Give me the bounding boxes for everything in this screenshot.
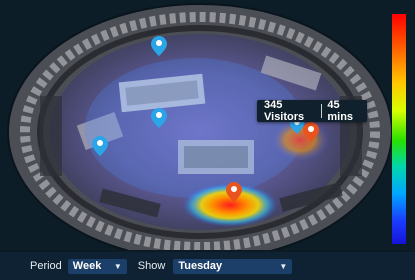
tooltip-dwell-time: 45 mins: [327, 99, 354, 123]
filter-bar: Period Week ▼ Show Tuesday ▼: [0, 252, 415, 280]
location-pin-icon[interactable]: [151, 108, 167, 128]
tooltip-visitors: 345 Visitors: [264, 99, 305, 123]
location-pin-icon[interactable]: [151, 36, 167, 56]
period-value: Week: [72, 260, 102, 272]
show-label: Show: [137, 260, 166, 272]
visitor-tooltip: 345 Visitors 45 mins: [257, 99, 367, 123]
show-select[interactable]: Tuesday ▼: [173, 258, 293, 274]
heatmap-view: 345 Visitors 45 mins: [0, 0, 415, 250]
chevron-down-icon: ▼: [279, 261, 288, 271]
period-select[interactable]: Week ▼: [67, 258, 127, 274]
location-pin-icon[interactable]: [303, 122, 319, 142]
show-value: Tuesday: [178, 260, 223, 272]
heat-legend-colorbar: [392, 14, 406, 244]
chevron-down-icon: ▼: [113, 261, 122, 271]
period-label: Period: [30, 260, 62, 272]
fisheye-store-camera: [7, 3, 393, 250]
location-pin-icon[interactable]: [226, 182, 242, 202]
location-pin-icon[interactable]: [92, 136, 108, 156]
